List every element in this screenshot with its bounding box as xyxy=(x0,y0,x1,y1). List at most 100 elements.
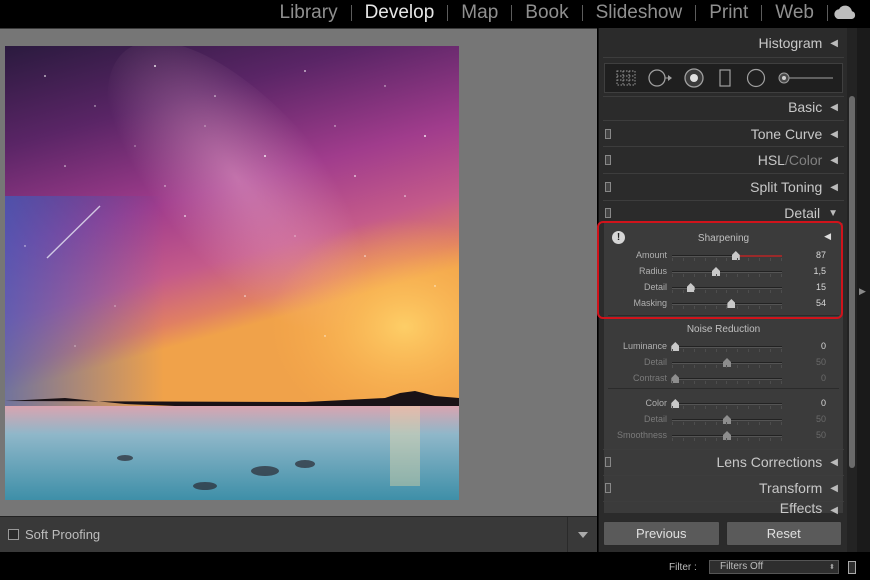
image-viewer[interactable] xyxy=(0,28,597,516)
collapse-arrow-icon: ◀ xyxy=(830,37,838,49)
slider-value[interactable]: 1,5 xyxy=(813,266,826,276)
panel-effects-label: Effects xyxy=(779,502,823,516)
slider-row-masking: Masking 54 xyxy=(604,296,843,312)
collapse-arrow-icon: ◀ xyxy=(830,456,838,468)
collapse-arrow-icon: ◀ xyxy=(830,101,838,113)
slider-track[interactable] xyxy=(672,267,782,276)
slider-value[interactable]: 50 xyxy=(816,430,826,440)
spot-removal-icon[interactable] xyxy=(647,68,673,88)
slider-row-detail: Detail 50 xyxy=(604,412,843,428)
slider-label: Smoothness xyxy=(616,430,667,440)
module-web[interactable]: Web xyxy=(762,2,827,24)
panel-basic-header[interactable]: Basic ◀ xyxy=(599,94,848,120)
panel-split-toning-header[interactable]: Split Toning ◀ xyxy=(599,174,848,200)
module-picker: Library Develop Map Book Slideshow Print… xyxy=(0,0,870,28)
slider-label: Color xyxy=(645,398,667,408)
slider-row-amount: Amount 87 xyxy=(604,248,843,264)
crop-overlay-icon[interactable] xyxy=(615,69,637,87)
chevron-down-icon xyxy=(577,532,588,538)
slider-value[interactable]: 0 xyxy=(821,341,826,351)
slider-row-radius: Radius 1,5 xyxy=(604,264,843,280)
slider-row-smoothness: Smoothness 50 xyxy=(604,428,843,444)
slider-value[interactable]: 87 xyxy=(816,250,826,260)
collapse-arrow-icon: ◀ xyxy=(830,482,838,494)
milky-way-photo xyxy=(5,46,459,500)
slider-value[interactable]: 50 xyxy=(816,414,826,424)
photo-preview[interactable] xyxy=(5,46,459,500)
filter-lock-switch[interactable] xyxy=(848,561,856,574)
scrollbar-thumb[interactable] xyxy=(849,96,855,468)
slider-value[interactable]: 50 xyxy=(816,357,826,367)
slider-track[interactable] xyxy=(672,299,782,308)
expand-right-panel-icon[interactable]: ▶ xyxy=(859,286,866,297)
tool-strip xyxy=(604,63,843,93)
slider-label: Contrast xyxy=(632,373,667,383)
panel-switch-icon[interactable] xyxy=(605,208,611,218)
panel-switch-icon[interactable] xyxy=(605,457,611,467)
slider-value[interactable]: 0 xyxy=(821,398,826,408)
slider-track[interactable] xyxy=(671,342,782,351)
collapse-arrow-icon[interactable]: ◀ xyxy=(824,231,831,242)
panel-switch-icon[interactable] xyxy=(605,129,611,139)
panel-tone-curve-label: Tone Curve xyxy=(750,126,823,142)
slider-label: Detail xyxy=(643,282,667,292)
previous-button[interactable]: Previous xyxy=(603,521,720,546)
cloud-icon[interactable] xyxy=(832,3,858,23)
slider-ticks xyxy=(672,422,782,426)
slider-label: Luminance xyxy=(622,341,667,351)
module-develop[interactable]: Develop xyxy=(352,2,448,24)
panel-switch-icon[interactable] xyxy=(605,483,611,493)
radial-filter-icon[interactable] xyxy=(745,67,767,89)
chevron-updown-icon: ⬍ xyxy=(829,564,835,571)
panel-tone-curve-header[interactable]: Tone Curve ◀ xyxy=(599,121,848,147)
slider-row-detail: Detail 50 xyxy=(604,355,843,371)
panel-effects-header[interactable]: Effects ◀ xyxy=(599,502,848,516)
panel-switch-icon[interactable] xyxy=(605,155,611,165)
module-library[interactable]: Library xyxy=(267,2,351,24)
bottom-toolbar: Soft Proofing xyxy=(0,516,597,553)
red-eye-icon[interactable] xyxy=(683,67,705,89)
slider-track[interactable] xyxy=(672,415,782,424)
sharpening-title: Sharpening xyxy=(697,233,750,244)
slider-track[interactable] xyxy=(672,358,782,367)
panel-basic-label: Basic xyxy=(788,99,823,115)
slider-value[interactable]: 0 xyxy=(821,373,826,383)
module-print[interactable]: Print xyxy=(696,2,761,24)
filter-label: Filter : xyxy=(669,562,697,573)
reset-button[interactable]: Reset xyxy=(725,521,842,546)
module-slideshow[interactable]: Slideshow xyxy=(583,2,696,24)
toolbar-content-menu[interactable] xyxy=(567,517,597,553)
module-map[interactable]: Map xyxy=(448,2,511,24)
slider-track[interactable] xyxy=(672,283,782,292)
graduated-filter-icon[interactable] xyxy=(715,67,735,89)
soft-proofing-checkbox[interactable] xyxy=(8,529,19,540)
slider-track[interactable] xyxy=(671,399,782,408)
panel-lens-corrections-header[interactable]: Lens Corrections ◀ xyxy=(599,449,848,475)
panel-hsl-header[interactable]: HSL / Color ◀ xyxy=(599,147,848,173)
slider-ticks xyxy=(672,349,782,353)
slider-label: Detail xyxy=(643,414,667,424)
slider-ticks xyxy=(672,381,782,385)
slider-track[interactable] xyxy=(671,374,782,383)
panel-histogram-header[interactable]: Histogram ◀ xyxy=(599,30,848,56)
filter-bar: Filter : Filters Off ⬍ xyxy=(0,552,870,580)
panel-hsl-label[interactable]: HSL xyxy=(758,152,785,168)
slider-value[interactable]: 15 xyxy=(816,282,826,292)
panel-color-label[interactable]: Color xyxy=(789,152,822,168)
panel-buttons: Previous Reset xyxy=(598,517,847,550)
slider-track[interactable] xyxy=(672,251,782,260)
panel-scrollbar[interactable] xyxy=(847,28,857,552)
divider xyxy=(608,315,839,316)
slider-track[interactable] xyxy=(672,431,782,440)
collapse-arrow-icon: ◀ xyxy=(830,505,838,516)
panel-transform-label: Transform xyxy=(759,480,823,496)
filter-select[interactable]: Filters Off ⬍ xyxy=(709,560,839,574)
slider-ticks xyxy=(672,438,782,442)
adjustment-brush-icon[interactable] xyxy=(777,71,835,85)
soft-proofing-toggle[interactable]: Soft Proofing xyxy=(8,527,100,542)
panel-split-toning-label: Split Toning xyxy=(750,179,823,195)
panel-transform-header[interactable]: Transform ◀ xyxy=(599,475,848,501)
panel-switch-icon[interactable] xyxy=(605,182,611,192)
slider-value[interactable]: 54 xyxy=(816,298,826,308)
module-book[interactable]: Book xyxy=(512,2,581,24)
